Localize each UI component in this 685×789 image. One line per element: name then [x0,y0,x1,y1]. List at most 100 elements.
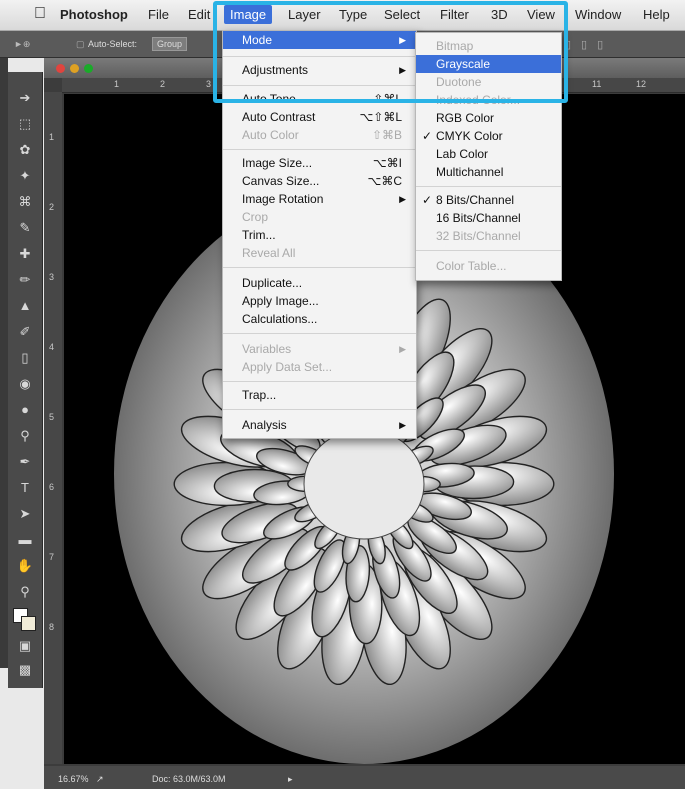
menu-app-name[interactable]: Photoshop [60,7,128,22]
eraser-tool-icon[interactable]: ▯ [8,350,42,366]
ruler-tick: 6 [49,482,55,492]
submenu-item-cmyk-color[interactable]: ✓ CMYK Color [416,127,561,145]
move-tool-icon[interactable]: ►⊕ [14,39,30,50]
submenu-item-multichannel[interactable]: Multichannel [416,163,561,181]
eyedropper-tool-icon[interactable]: ✎ [8,220,42,236]
background-color-swatch[interactable] [21,616,36,631]
menu-item-analysis[interactable]: Analysis ▶ [223,416,416,434]
document-size: Doc: 63.0M/63.0M [152,774,226,784]
menu-item-label: Multichannel [436,165,504,179]
auto-select-checkbox[interactable]: ▢ [76,39,85,50]
shortcut: ⌥⌘C [367,174,403,188]
tools-strip [0,58,8,668]
ruler-tick: 1 [49,132,55,142]
zoom-level[interactable]: 16.67% [58,774,89,784]
shortcut: ⇧⌘B [371,128,402,142]
menu-item-variables: Variables ▶ [223,340,416,358]
menu-file[interactable]: File [148,7,169,22]
brush-tool-icon[interactable]: ✏ [8,272,42,288]
menu-item-auto-color: Auto Color ⇧⌘B [223,126,416,144]
crop-tool-icon[interactable]: ⌘ [8,194,42,210]
ruler-tick: 2 [160,79,166,89]
path-select-tool-icon[interactable]: ➤ [8,506,42,522]
menu-item-image-rotation[interactable]: Image Rotation ▶ [223,190,416,208]
hand-tool-icon[interactable]: ✋ [8,558,42,574]
menu-edit[interactable]: Edit [188,7,210,22]
status-menu-arrow-icon[interactable]: ▸ [288,774,293,785]
dodge-tool-icon[interactable]: ⚲ [8,428,42,444]
vertical-ruler: 1 2 3 4 5 6 7 8 [44,92,62,764]
minimize-window-icon[interactable] [70,64,79,73]
shortcut: ⌥⇧⌘L [359,110,402,124]
healing-brush-tool-icon[interactable]: ✚ [8,246,42,262]
status-bar: 16.67% ↗ Doc: 63.0M/63.0M ▸ [44,766,685,789]
menu-item-label: Lab Color [436,147,489,161]
menu-item-label: Image Rotation [242,192,324,206]
type-tool-icon[interactable]: T [8,480,42,495]
menu-item-label: RGB Color [436,111,495,125]
menu-item-label: Auto Color [242,128,299,142]
pen-tool-icon[interactable]: ✒ [8,454,42,470]
menu-item-duplicate[interactable]: Duplicate... [223,274,416,292]
separator [416,186,561,187]
lasso-tool-icon[interactable]: ✿ [8,142,42,158]
ruler-tick: 3 [206,79,212,89]
align-icons[interactable]: ▯▯▯ [565,38,613,51]
clone-stamp-tool-icon[interactable]: ▲ [8,298,42,313]
menu-item-canvas-size[interactable]: Canvas Size... ⌥⌘C [223,172,416,190]
checkmark-icon: ✓ [422,193,433,207]
zoom-tool-icon[interactable]: ⚲ [8,584,42,600]
ruler-tick: 12 [636,79,647,89]
menu-item-label: Crop [242,210,269,224]
ruler-tick: 4 [49,342,55,352]
history-brush-tool-icon[interactable]: ✐ [8,324,42,340]
zoom-window-icon[interactable] [84,64,93,73]
menu-item-calculations[interactable]: Calculations... [223,310,416,328]
submenu-item-color-table: Color Table... [416,257,561,275]
menu-item-label: Apply Image... [242,294,319,308]
separator [416,250,561,251]
menu-item-auto-contrast[interactable]: Auto Contrast ⌥⇧⌘L [223,108,416,126]
menu-item-trim[interactable]: Trim... [223,226,416,244]
menu-item-label: Analysis [242,418,287,432]
move-tool-icon[interactable]: ➔ [8,90,42,106]
separator [223,149,416,150]
shortcut: ⌥⌘I [372,156,402,170]
menu-item-trap[interactable]: Trap... [223,386,416,404]
close-window-icon[interactable] [56,64,65,73]
submenu-arrow-icon: ▶ [399,194,406,204]
menu-item-label: 8 Bits/Channel [436,193,515,207]
menu-item-crop: Crop [223,208,416,226]
menu-item-image-size[interactable]: Image Size... ⌥⌘I [223,154,416,172]
submenu-item-16-bits[interactable]: 16 Bits/Channel [416,209,561,227]
submenu-item-lab-color[interactable]: Lab Color [416,145,561,163]
ruler-tick: 2 [49,202,55,212]
menu-item-reveal-all: Reveal All [223,244,416,262]
rectangle-tool-icon[interactable]: ▬ [8,532,42,547]
submenu-item-8-bits[interactable]: ✓ 8 Bits/Channel [416,191,561,209]
ruler-tick: 11 [592,79,602,89]
quick-select-tool-icon[interactable]: ✦ [8,168,42,184]
share-icon[interactable]: ↗ [96,774,104,785]
menu-item-label: Image Size... [242,156,313,170]
screen-mode-icon[interactable]: ▩ [8,662,42,678]
menu-item-label: Trap... [242,388,277,402]
submenu-arrow-icon: ▶ [399,420,406,430]
menu-help[interactable]: Help [643,7,670,22]
menu-item-label: Reveal All [242,246,296,260]
menu-item-label: Canvas Size... [242,174,320,188]
blur-tool-icon[interactable]: ● [8,402,42,417]
apple-logo-icon[interactable]:  [34,5,46,23]
menu-item-label: Color Table... [436,259,507,273]
menu-item-label: Apply Data Set... [242,360,333,374]
menu-item-apply-image[interactable]: Apply Image... [223,292,416,310]
paint-bucket-tool-icon[interactable]: ◉ [8,376,42,392]
menu-window[interactable]: Window [575,7,621,22]
submenu-item-rgb-color[interactable]: RGB Color [416,109,561,127]
quick-mask-icon[interactable]: ▣ [8,638,42,654]
menu-item-label: Trim... [242,228,276,242]
menu-item-apply-data-set: Apply Data Set... [223,358,416,376]
marquee-tool-icon[interactable]: ⬚ [8,116,42,132]
menu-item-label: Variables [242,342,292,356]
auto-select-dropdown[interactable]: Group [152,37,188,51]
